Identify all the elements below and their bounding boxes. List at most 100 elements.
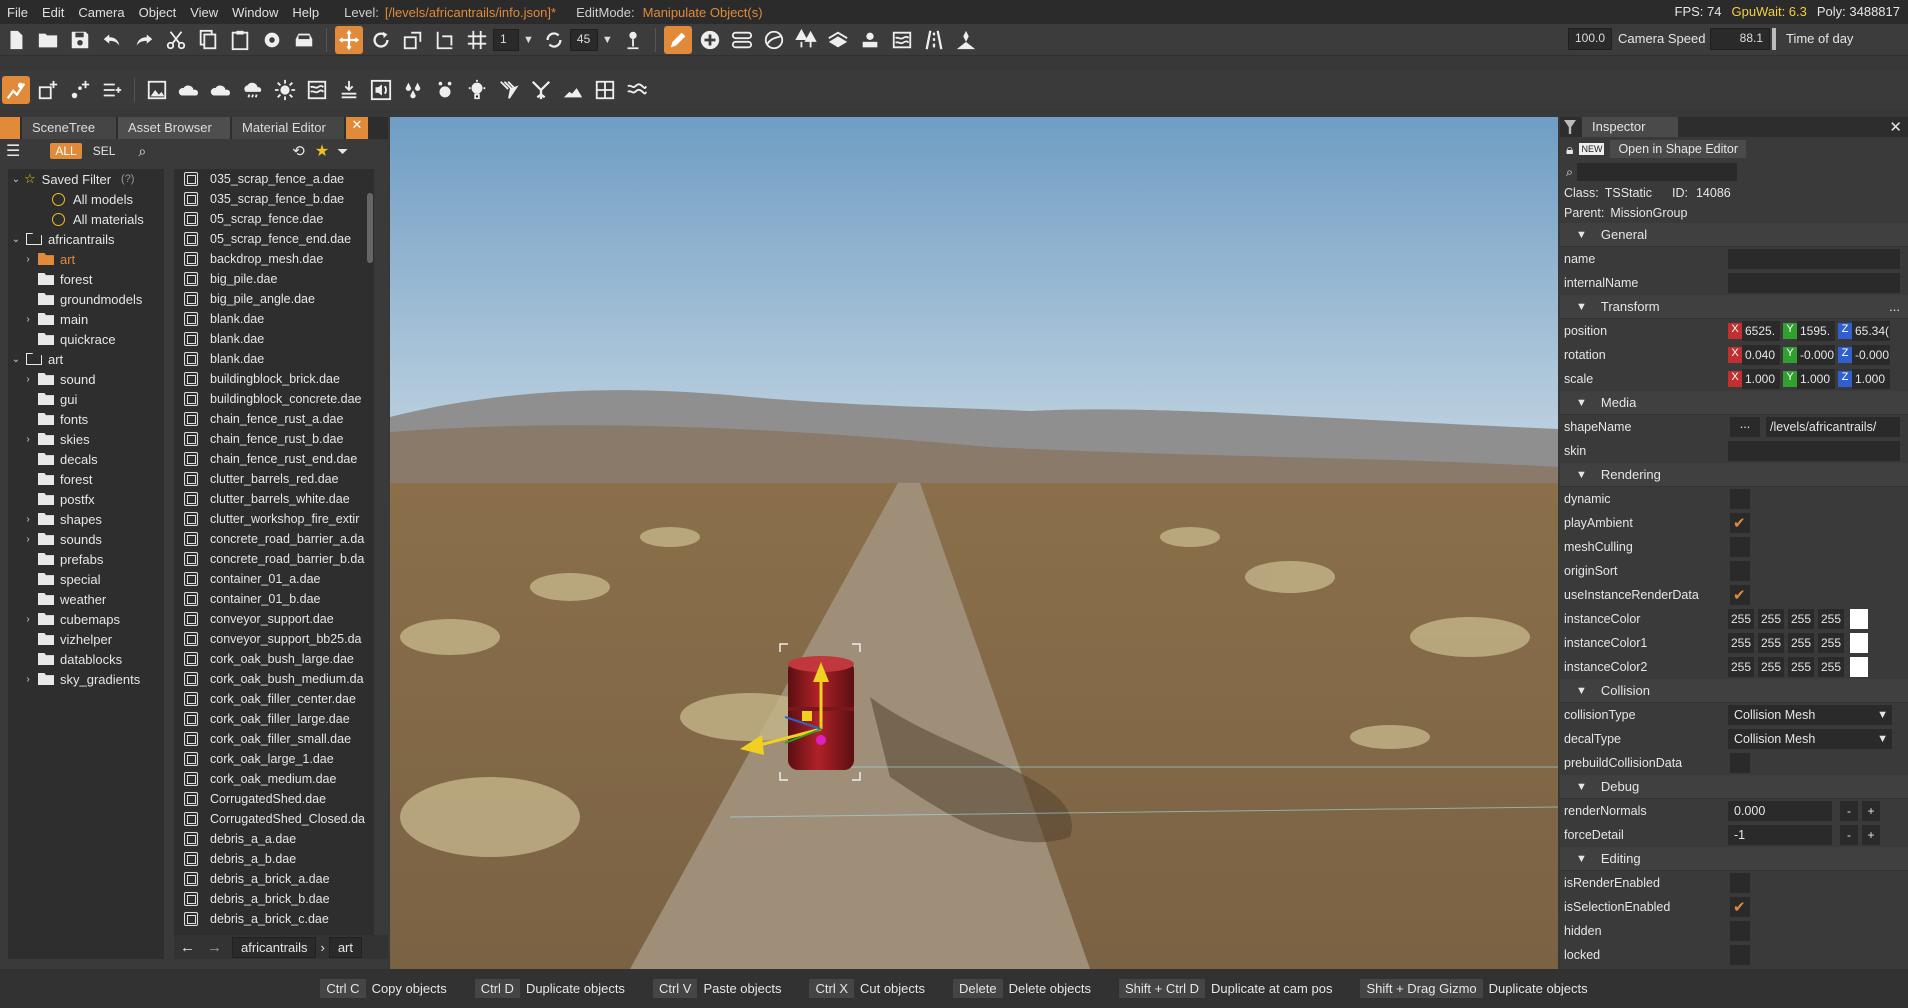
expand-chevron-icon[interactable]: ⌄ — [10, 354, 22, 365]
spot-light-icon[interactable] — [463, 76, 491, 104]
close-icon[interactable]: ✕ — [1889, 118, 1902, 136]
expand-chevron-icon[interactable]: › — [22, 674, 34, 685]
file-list-item[interactable]: cork_oak_medium.dae — [174, 769, 366, 789]
file-list-item[interactable]: cork_oak_bush_large.dae — [174, 649, 366, 669]
file-list-item[interactable]: conveyor_support_bb25.da — [174, 629, 366, 649]
tree-item[interactable]: datablocks — [8, 649, 164, 669]
locked-checkbox[interactable] — [1730, 945, 1750, 965]
file-list-item[interactable]: container_01_b.dae — [174, 589, 366, 609]
originsort-checkbox[interactable] — [1730, 561, 1750, 581]
file-list-item[interactable]: buildingblock_concrete.dae — [174, 389, 366, 409]
move-gizmo-icon[interactable] — [335, 25, 363, 54]
time-of-day-slider[interactable] — [1772, 28, 1776, 50]
chevron-down-icon[interactable]: ▼ — [602, 34, 613, 46]
angle-value-field[interactable]: 45 — [569, 28, 598, 51]
cloud-layer-icon[interactable] — [175, 76, 203, 104]
expand-chevron-icon[interactable]: › — [22, 614, 34, 625]
color-b-input[interactable]: 255 — [1788, 657, 1814, 677]
expand-chevron-icon[interactable]: › — [22, 374, 34, 385]
dynamic-checkbox[interactable] — [1730, 489, 1750, 509]
tab-scenetree[interactable]: SceneTree — [22, 117, 116, 139]
section-debug[interactable]: ▼ Debug — [1560, 775, 1908, 799]
file-list-item[interactable]: cork_oak_filler_small.dae — [174, 729, 366, 749]
point-light-icon[interactable] — [431, 76, 459, 104]
file-list-item[interactable]: concrete_road_barrier_a.da — [174, 529, 366, 549]
particle-icon[interactable] — [399, 76, 427, 104]
paste-icon[interactable] — [226, 26, 254, 54]
name-input[interactable] — [1728, 249, 1900, 269]
file-list-item[interactable]: conveyor_support.dae — [174, 609, 366, 629]
forest-icon[interactable] — [792, 26, 820, 54]
rendernormals-input[interactable]: 0.000 — [1728, 801, 1832, 821]
expand-chevron-icon[interactable]: › — [22, 514, 34, 525]
tree-item[interactable]: All materials — [8, 209, 164, 229]
chevron-down-icon[interactable]: ▼ — [523, 34, 534, 46]
position-x-input[interactable]: 6525. — [1742, 321, 1780, 341]
isrenderenabled-checkbox[interactable] — [1730, 873, 1750, 893]
menu-camera[interactable]: Camera — [71, 5, 131, 20]
file-list-item[interactable]: CorrugatedShed.dae — [174, 789, 366, 809]
color-r-input[interactable]: 255 — [1728, 657, 1754, 677]
tree-item[interactable]: fonts — [8, 409, 164, 429]
panel-menu-icon[interactable] — [0, 117, 20, 139]
section-media[interactable]: ▼ Media — [1560, 391, 1908, 415]
prebuildcollisiondata-checkbox[interactable] — [1730, 753, 1750, 773]
tree-item[interactable]: All models — [8, 189, 164, 209]
file-list-item[interactable]: big_pile_angle.dae — [174, 289, 366, 309]
tab-inspector[interactable]: Inspector — [1582, 117, 1678, 137]
tree-item[interactable]: ⌄ art — [8, 349, 164, 369]
menu-edit[interactable]: Edit — [35, 5, 71, 20]
tree-item[interactable]: prefabs — [8, 549, 164, 569]
tree-item[interactable]: › skies — [8, 429, 164, 449]
tab-asset-browser[interactable]: Asset Browser — [118, 117, 230, 139]
copy-icon[interactable] — [194, 26, 222, 54]
grid-layout-icon[interactable] — [591, 76, 619, 104]
menu-file[interactable]: File — [0, 5, 35, 20]
filter-funnel-icon[interactable]: ⏷ — [337, 143, 348, 160]
file-list-item[interactable]: debris_a_b.dae — [174, 849, 366, 869]
water-plane-icon[interactable] — [303, 76, 331, 104]
file-list-item[interactable]: clutter_barrels_red.dae — [174, 469, 366, 489]
tree-item[interactable]: quickrace — [8, 329, 164, 349]
refresh-icon[interactable]: ⟲ — [292, 142, 305, 160]
forcedetail-input[interactable]: -1 — [1728, 825, 1832, 845]
river-icon[interactable] — [888, 26, 916, 54]
file-list-item[interactable]: cork_oak_filler_large.dae — [174, 709, 366, 729]
inspector-search-input[interactable] — [1577, 163, 1738, 181]
section-editing[interactable]: ▼ Editing — [1560, 847, 1908, 871]
color-swatch[interactable] — [1850, 633, 1868, 653]
time-of-day-field[interactable]: 88.1 — [1710, 28, 1770, 50]
scale-gizmo-icon[interactable] — [399, 26, 427, 54]
search-icon[interactable]: ⌕ — [138, 143, 146, 160]
tree-item[interactable]: decals — [8, 449, 164, 469]
tree-item[interactable]: weather — [8, 589, 164, 609]
tab-material-editor[interactable]: Material Editor — [232, 117, 344, 139]
rotation-z-input[interactable]: -0.000 — [1852, 345, 1890, 365]
tree-item[interactable]: groundmodels — [8, 289, 164, 309]
ground-cover-icon[interactable] — [335, 76, 363, 104]
color-swatch[interactable] — [1850, 657, 1868, 677]
add-object-icon[interactable] — [696, 26, 724, 54]
file-list-item[interactable]: chain_fence_rust_a.dae — [174, 409, 366, 429]
weather-icon[interactable] — [239, 76, 267, 104]
hidden-checkbox[interactable] — [1730, 921, 1750, 941]
color-r-input[interactable]: 255 — [1728, 609, 1754, 629]
isselectionenabled-checkbox[interactable] — [1730, 897, 1750, 917]
file-list-item[interactable]: 05_scrap_fence.dae — [174, 209, 366, 229]
tree-item[interactable]: postfx — [8, 489, 164, 509]
file-list-item[interactable]: blank.dae — [174, 329, 366, 349]
meshculling-checkbox[interactable] — [1730, 537, 1750, 557]
tree-item[interactable]: ⌄ africantrails — [8, 229, 164, 249]
rotate-gizmo-icon[interactable] — [367, 26, 395, 54]
file-list-item[interactable]: container_01_a.dae — [174, 569, 366, 589]
settings-gear-icon[interactable] — [258, 26, 286, 54]
object-select-icon[interactable] — [2, 76, 30, 104]
lock-icon[interactable]: 🔒︎ — [1566, 141, 1573, 158]
file-list-item[interactable]: big_pile.dae — [174, 269, 366, 289]
file-list-item[interactable]: chain_fence_rust_end.dae — [174, 449, 366, 469]
tree-item[interactable]: forest — [8, 469, 164, 489]
file-list-item[interactable]: backdrop_mesh.dae — [174, 249, 366, 269]
tree-item[interactable]: › main — [8, 309, 164, 329]
decal-icon[interactable] — [856, 26, 884, 54]
collisiontype-select[interactable]: Collision Mesh ▼ — [1728, 705, 1892, 725]
